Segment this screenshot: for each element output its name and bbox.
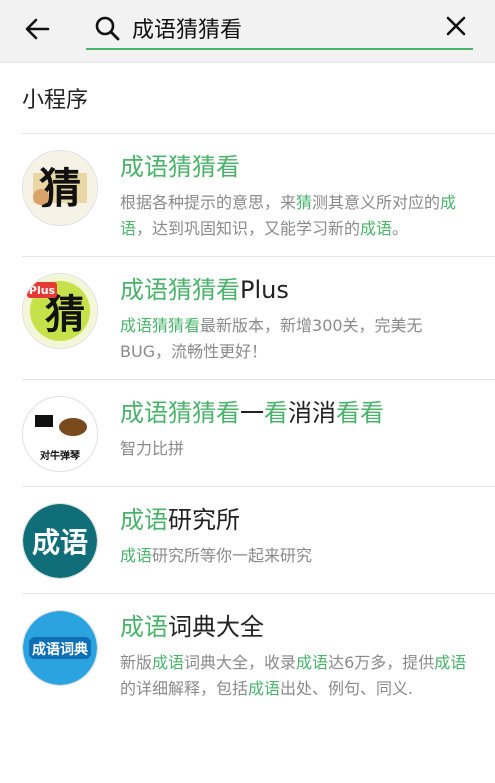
desc-part: 成语猜猜看	[120, 316, 201, 335]
search-icon	[92, 13, 122, 43]
list-item[interactable]: 成语 成语研究所 成语研究所等你一起来研究	[0, 487, 495, 593]
desc-part: 。	[392, 219, 409, 238]
desc-part: 成语	[248, 679, 281, 698]
desc-part: 成语	[152, 653, 185, 672]
item-title: 成语词典大全	[120, 610, 473, 644]
avatar-glyph: 成语	[32, 526, 88, 559]
avatar-badge: Plus	[29, 284, 56, 297]
desc-part: 出处、例句、同义.	[280, 679, 414, 698]
section-header: 小程序	[0, 63, 495, 133]
search-input[interactable]: 成语猜猜看	[132, 12, 439, 44]
back-arrow-icon	[24, 16, 50, 46]
avatar: 猜 Plus	[22, 273, 98, 349]
results-list: 猜 成语猜猜看 根据各种提示的意思，来猜测其意义所对应的成语，达到巩固知识，又能…	[0, 134, 495, 716]
item-description: 智力比拼	[120, 436, 473, 462]
title-part: 看看	[336, 399, 384, 427]
avatar-glyph: 猜	[39, 164, 81, 213]
title-part: 成语猜猜看	[120, 153, 240, 181]
title-part: 成语	[120, 613, 168, 641]
avatar: 成语	[22, 503, 98, 579]
desc-part: 成语	[120, 546, 153, 565]
desc-part: 成语	[360, 219, 393, 238]
item-title: 成语猜猜看一看消消看看	[120, 396, 473, 430]
avatar: 对牛弹琴	[22, 396, 98, 472]
back-button[interactable]	[20, 14, 54, 48]
item-description: 根据各种提示的意思，来猜测其意义所对应的成语，达到巩固知识，又能学习新的成语。	[120, 190, 473, 242]
title-part: 成语猜猜看	[120, 399, 240, 427]
desc-part: 智力比拼	[120, 439, 185, 458]
list-item[interactable]: 对牛弹琴 成语猜猜看一看消消看看 智力比拼	[0, 380, 495, 486]
item-content: 成语词典大全 新版成语词典大全，收录成语达6万多，提供成语的详细解释，包括成语出…	[120, 610, 473, 702]
desc-part: 研究所等你一起来研究	[152, 546, 313, 565]
list-item[interactable]: 猜 Plus 成语猜猜看Plus 成语猜猜看最新版本，新增300关，完美无BUG…	[0, 257, 495, 379]
desc-part: 词典大全，收录	[184, 653, 297, 672]
desc-part: 猜	[296, 193, 313, 212]
item-title: 成语猜猜看	[120, 150, 473, 184]
close-icon	[444, 14, 468, 42]
desc-part: 成语	[434, 653, 467, 672]
list-item[interactable]: 猜 成语猜猜看 根据各种提示的意思，来猜测其意义所对应的成语，达到巩固知识，又能…	[0, 134, 495, 256]
item-content: 成语研究所 成语研究所等你一起来研究	[120, 503, 473, 579]
title-part: 一	[240, 399, 264, 427]
avatar: 成语词典	[22, 610, 98, 686]
item-description: 成语猜猜看最新版本，新增300关，完美无BUG，流畅性更好！	[120, 313, 473, 365]
avatar-glyph: 猜	[45, 292, 85, 338]
desc-part: 的详细解释，包括	[120, 679, 249, 698]
desc-part: 测其意义所对应的	[312, 193, 441, 212]
title-part: 看	[264, 399, 288, 427]
desc-part: 达6万多，提供	[328, 653, 435, 672]
title-part: 词典大全	[168, 613, 264, 641]
item-content: 成语猜猜看一看消消看看 智力比拼	[120, 396, 473, 472]
title-part: 研究所	[168, 506, 240, 534]
desc-part: 新版	[120, 653, 153, 672]
desc-part: 根据各种提示的意思，来	[120, 193, 297, 212]
section-title: 小程序	[22, 88, 89, 113]
avatar-caption: 对牛弹琴	[40, 449, 80, 462]
list-item[interactable]: 成语词典 成语词典大全 新版成语词典大全，收录成语达6万多，提供成语的详细解释，…	[0, 594, 495, 716]
item-title: 成语研究所	[120, 503, 473, 537]
item-content: 成语猜猜看 根据各种提示的意思，来猜测其意义所对应的成语，达到巩固知识，又能学习…	[120, 150, 473, 242]
title-part: 成语猜猜看	[120, 276, 240, 304]
title-part: 成语	[120, 506, 168, 534]
item-description: 成语研究所等你一起来研究	[120, 543, 473, 569]
avatar-caption: 成语词典	[32, 641, 88, 658]
item-title: 成语猜猜看Plus	[120, 273, 473, 307]
item-content: 成语猜猜看Plus 成语猜猜看最新版本，新增300关，完美无BUG，流畅性更好！	[120, 273, 473, 365]
clear-search-button[interactable]	[439, 11, 473, 45]
desc-part: 成语	[296, 653, 329, 672]
item-description: 新版成语词典大全，收录成语达6万多，提供成语的详细解释，包括成语出处、例句、同义…	[120, 650, 473, 702]
title-part: 消消	[288, 399, 336, 427]
desc-part: ，达到巩固知识，又能学习新的	[136, 219, 361, 238]
title-part: Plus	[240, 276, 289, 304]
search-field[interactable]: 成语猜猜看	[86, 8, 473, 50]
top-bar: 成语猜猜看	[0, 0, 495, 63]
avatar: 猜	[22, 150, 98, 226]
